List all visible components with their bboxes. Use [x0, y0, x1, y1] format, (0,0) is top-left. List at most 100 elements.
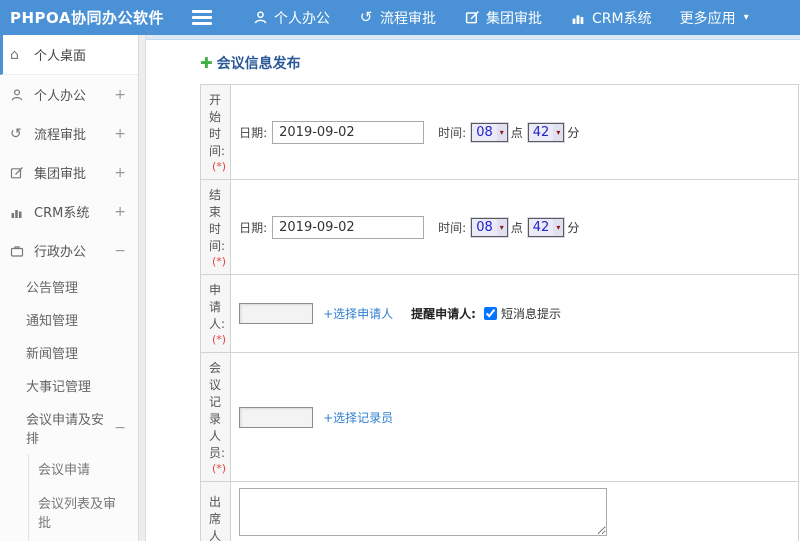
user-icon: [10, 88, 27, 102]
sidebar-item-crm[interactable]: CRM系统 +: [0, 192, 138, 231]
start-minute-select[interactable]: 42 ▾: [527, 122, 565, 142]
choose-recorder-link[interactable]: +选择记录员: [323, 409, 393, 426]
end-hour-select[interactable]: 08 ▾: [471, 217, 508, 237]
time-label: 时间:: [438, 125, 467, 140]
sidebar-label: 会议列表及审批: [38, 496, 117, 532]
sidebar-label: 个人桌面: [34, 49, 87, 64]
sidebar-label: 集团审批: [34, 167, 87, 182]
nav-label: 个人办公: [274, 10, 330, 27]
sidebar-label: 流程审批: [34, 128, 87, 143]
required-mark: (*): [212, 255, 227, 268]
sidebar-item-personal-office[interactable]: 个人办公 +: [0, 75, 138, 114]
expand-icon[interactable]: +: [114, 204, 126, 220]
nav-flow-approval[interactable]: ↺ 流程审批: [358, 8, 436, 28]
sidebar-label: 新闻管理: [26, 347, 79, 362]
expand-icon[interactable]: +: [114, 87, 126, 103]
expand-icon[interactable]: +: [114, 165, 126, 181]
row-recorder: 会议记录人员:(*) +选择记录员: [199, 352, 800, 482]
nav-label: 流程审批: [380, 10, 436, 27]
caret-down-icon: ▾: [553, 123, 564, 141]
row-end-time: 结束时间:(*) 日期: 时间: 08 ▾ 点 42: [199, 179, 800, 275]
end-minute-select[interactable]: 42 ▾: [527, 217, 565, 237]
top-nav: 个人办公 ↺ 流程审批 集团审批 CRM系统 更多应用 ▾: [252, 8, 749, 28]
minute-unit: 分: [567, 220, 580, 235]
hour-unit: 点: [510, 125, 523, 140]
sidebar-item-desktop[interactable]: ⌂ 个人桌面: [0, 35, 138, 75]
nav-more-apps[interactable]: 更多应用 ▾: [680, 8, 749, 28]
nav-personal-office[interactable]: 个人办公: [252, 8, 330, 28]
nav-crm-system[interactable]: CRM系统: [570, 8, 652, 28]
app-brand: PHPOA协同办公软件: [10, 9, 164, 27]
sidebar: ⌂ 个人桌面 个人办公 + ↺ 流程审批 + 集团审批 + CRM系统 + 行政…: [0, 35, 139, 541]
green-plus-icon: ✚: [200, 53, 213, 72]
recorder-label: 会议记录人员:(*): [199, 352, 232, 482]
bar-chart-icon: [570, 10, 586, 26]
nav-label: CRM系统: [592, 10, 652, 27]
required-mark: (*): [212, 333, 227, 346]
recorder-input[interactable]: [239, 406, 314, 428]
applicant-input[interactable]: [239, 303, 314, 324]
end-time-label: 结束时间:(*): [199, 179, 232, 275]
top-header: PHPOA协同办公软件 个人办公 ↺ 流程审批 集团审批 CRM系统 更多应用: [0, 0, 800, 35]
edit-icon: [10, 166, 27, 180]
sidebar-item-events-mgmt[interactable]: 大事记管理: [0, 369, 138, 402]
start-hour-select[interactable]: 08 ▾: [471, 122, 508, 142]
sidebar-item-meeting-mgmt[interactable]: 会议申请及安排 −: [0, 402, 138, 454]
sidebar-item-notice-mgmt[interactable]: 公告管理: [0, 270, 138, 303]
edit-icon: [464, 10, 480, 26]
expand-icon[interactable]: +: [114, 126, 126, 142]
start-time-label: 开始时间:(*): [199, 84, 232, 180]
caret-down-icon: ▾: [743, 12, 749, 23]
sidebar-item-meeting-apply[interactable]: 会议申请: [29, 454, 138, 488]
sidebar-item-news-mgmt[interactable]: 新闻管理: [0, 336, 138, 369]
sidebar-label: 会议申请及安排: [26, 413, 105, 447]
sidebar-item-flow-approval[interactable]: ↺ 流程审批 +: [0, 114, 138, 153]
main-content: ✚ 会议信息发布 开始时间:(*) 日期: 时间: 08 ▾: [146, 35, 800, 541]
page-title-text: 会议信息发布: [216, 56, 301, 72]
home-icon: ⌂: [10, 46, 19, 63]
sidebar-item-meeting-list[interactable]: 会议列表及审批: [29, 488, 138, 541]
start-date-input[interactable]: [272, 120, 425, 144]
sms-label: 短消息提示: [500, 307, 561, 321]
sidebar-item-admin-office[interactable]: 行政办公 −: [0, 231, 138, 270]
hour-unit: 点: [510, 220, 523, 235]
nav-label: 集团审批: [486, 10, 542, 27]
briefcase-icon: [10, 244, 27, 258]
end-date-input[interactable]: [272, 215, 425, 239]
attendees-label: 出席人员:(*): [199, 481, 232, 541]
meeting-form: 开始时间:(*) 日期: 时间: 08 ▾ 点 42: [199, 84, 800, 541]
collapse-icon[interactable]: −: [114, 420, 126, 436]
sidebar-label: 个人办公: [34, 89, 87, 104]
hamburger-menu-icon[interactable]: [192, 10, 212, 25]
caret-down-icon: ▾: [496, 123, 507, 141]
sidebar-meeting-group: 会议申请 会议列表及审批 会议室设置 会议类别设置: [28, 454, 138, 541]
flow-icon: ↺: [359, 8, 373, 26]
nav-group-approval[interactable]: 集团审批: [464, 8, 542, 28]
collapse-icon[interactable]: −: [114, 243, 126, 259]
date-label: 日期:: [239, 125, 268, 140]
sidebar-label: 行政办公: [34, 245, 87, 260]
choose-applicant-link[interactable]: +选择申请人: [323, 305, 393, 322]
caret-down-icon: ▾: [553, 218, 564, 236]
applicant-sms-checkbox[interactable]: [483, 307, 497, 320]
sidebar-label: 会议申请: [38, 463, 91, 478]
date-label: 日期:: [239, 220, 268, 235]
sidebar-label: CRM系统: [34, 206, 90, 221]
required-mark: (*): [212, 462, 227, 475]
sidebar-divider: [139, 35, 146, 541]
remind-applicant-label: 提醒申请人:: [411, 307, 476, 321]
sidebar-label: 大事记管理: [26, 380, 92, 395]
sidebar-item-group-approval[interactable]: 集团审批 +: [0, 153, 138, 192]
applicant-label: 申请人:(*): [199, 274, 232, 353]
row-attendees: 出席人员:(*) +选择出席人 提醒出席人员: 短消息提示: [199, 481, 800, 541]
sidebar-label: 公告管理: [26, 281, 79, 296]
row-applicant: 申请人:(*) +选择申请人 提醒申请人: 短消息提示: [199, 274, 800, 353]
sidebar-label: 通知管理: [26, 314, 79, 329]
sidebar-item-notify-mgmt[interactable]: 通知管理: [0, 303, 138, 336]
minute-unit: 分: [567, 125, 580, 140]
attendees-textarea[interactable]: [239, 488, 608, 536]
required-mark: (*): [212, 160, 227, 173]
nav-label: 更多应用: [679, 10, 736, 27]
content-top-strip: [146, 35, 800, 40]
page-title: ✚ 会议信息发布: [200, 53, 800, 73]
